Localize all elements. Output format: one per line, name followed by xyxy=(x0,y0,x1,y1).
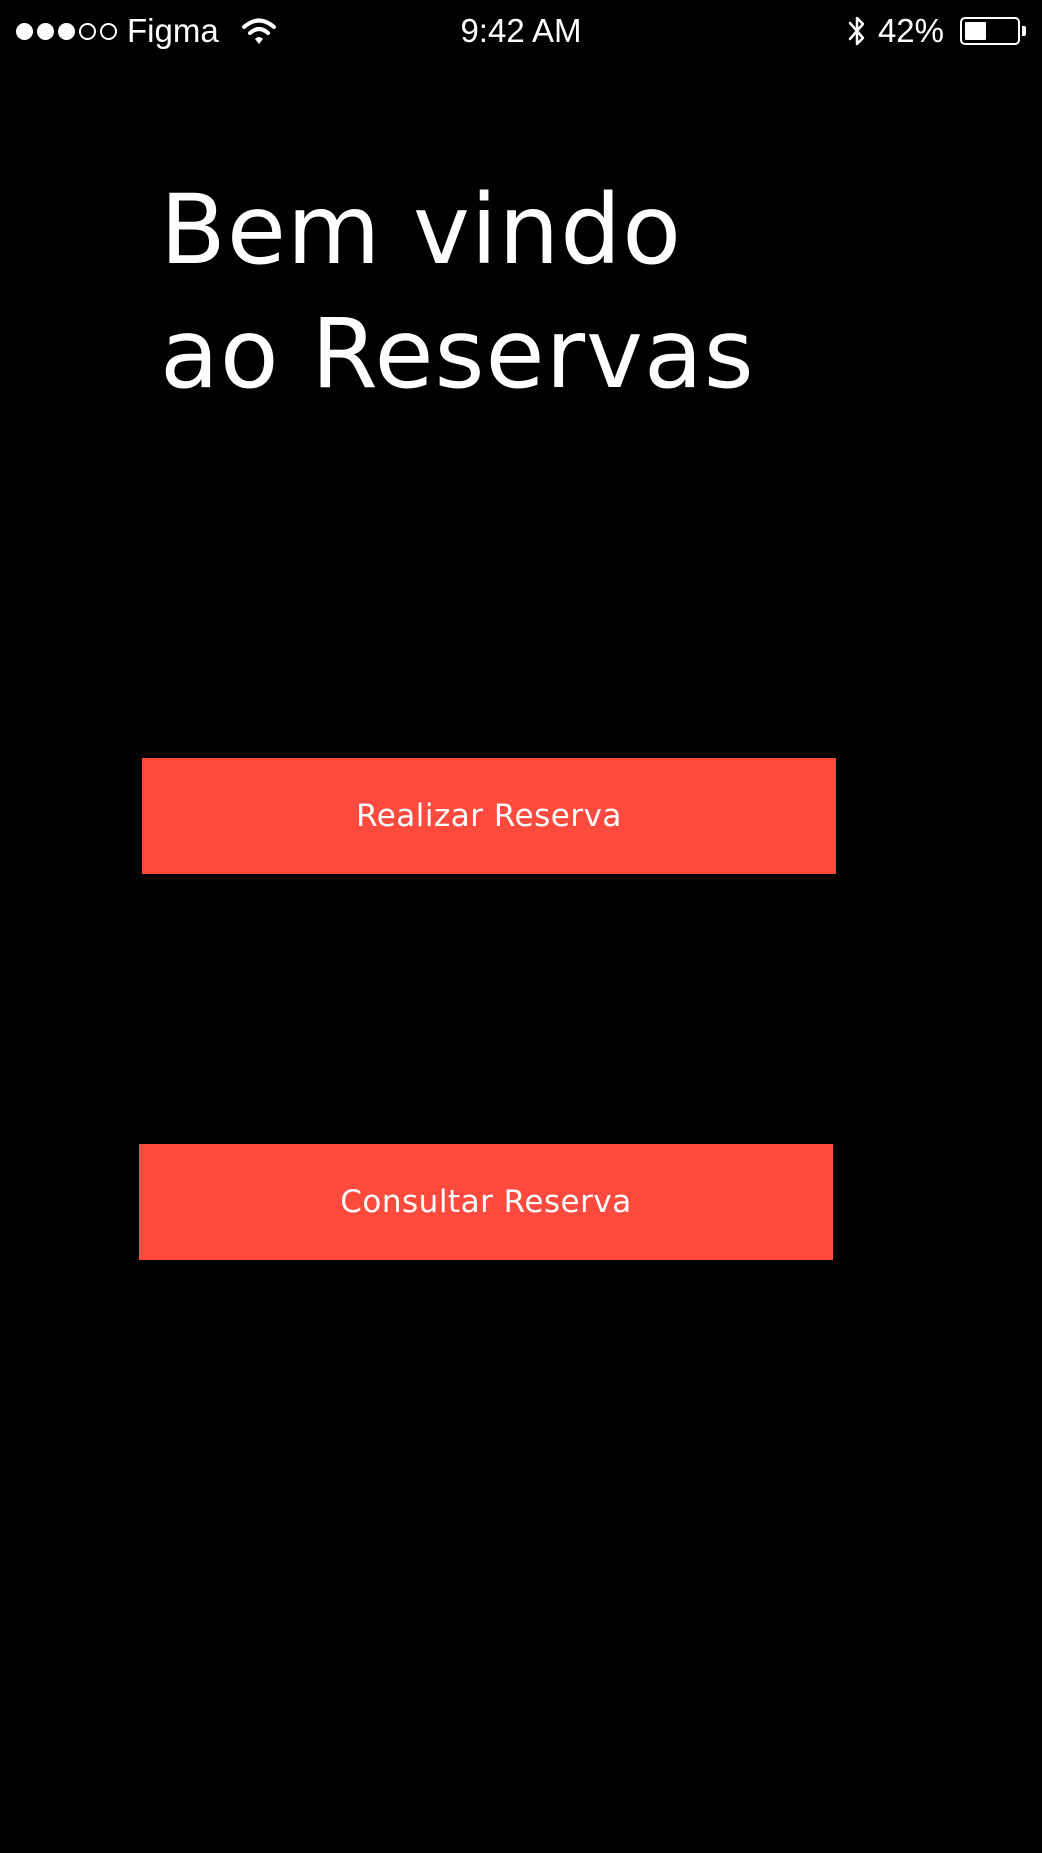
make-reservation-button[interactable]: Realizar Reserva xyxy=(142,758,836,874)
bluetooth-icon xyxy=(848,16,865,46)
welcome-title: Bem vindo ao Reservas xyxy=(160,168,860,416)
status-bar: Figma 9:42 AM 42% xyxy=(0,0,1042,62)
status-bar-right: 42% xyxy=(848,10,1026,52)
battery-level-fill xyxy=(965,22,986,40)
welcome-title-line-2: ao Reservas xyxy=(160,298,755,410)
battery-percentage: 42% xyxy=(877,12,944,49)
welcome-title-line-1: Bem vindo xyxy=(160,174,682,286)
battery-icon xyxy=(960,17,1026,45)
check-reservation-button[interactable]: Consultar Reserva xyxy=(139,1144,833,1260)
